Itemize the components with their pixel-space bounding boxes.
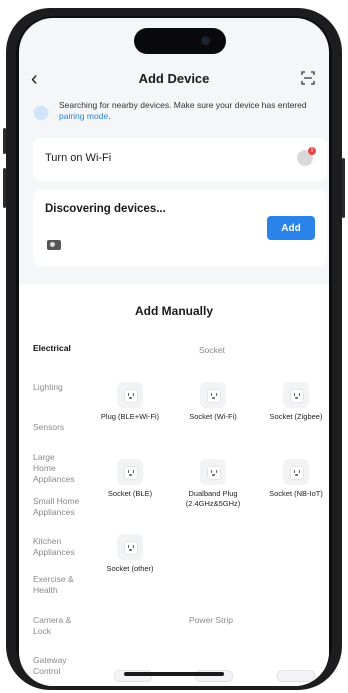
wifi-card[interactable]: Turn on Wi-Fi !	[33, 138, 327, 181]
dynamic-island	[134, 28, 226, 54]
socket-icon	[200, 459, 226, 485]
section-power-strip-title: Power Strip	[189, 615, 233, 625]
nav-bar: ‹ Add Device	[19, 68, 329, 92]
socket-icon	[283, 382, 309, 408]
device-item[interactable]: Dualband Plug (2.4GHz&5GHz)	[173, 459, 253, 509]
page-title: Add Device	[138, 71, 210, 86]
device-item[interactable]: Plug (BLE+Wi-Fi)	[90, 382, 170, 422]
volume-down-button	[3, 168, 6, 208]
pairing-mode-link[interactable]: pairing mode	[59, 111, 108, 121]
section-socket-title: Socket	[199, 345, 225, 355]
socket-icon	[117, 534, 143, 560]
add-manually-panel: Add Manually Electrical Lighting Sensors…	[19, 284, 329, 686]
home-indicator[interactable]	[124, 672, 224, 676]
category-electrical[interactable]: Electrical	[33, 343, 99, 354]
device-item[interactable]: Socket (Wi-Fi)	[173, 382, 253, 422]
hint-end: .	[108, 111, 111, 121]
category-gateway-control[interactable]: Gateway Control	[33, 655, 75, 677]
socket-icon	[283, 459, 309, 485]
searching-spinner-icon	[33, 105, 49, 121]
category-large-home-appliances[interactable]: Large Home Appliances	[33, 452, 75, 485]
screen: ‹ Add Device Searching for nearby device…	[19, 18, 329, 686]
scan-icon[interactable]	[301, 71, 315, 85]
power-button	[342, 158, 345, 218]
category-camera-lock[interactable]: Camera & Lock	[33, 615, 73, 637]
category-kitchen-appliances[interactable]: Kitchen Appliances	[33, 536, 83, 558]
device-name: Socket (Wi-Fi)	[189, 412, 237, 421]
device-name: Dualband Plug (2.4GHz&5GHz)	[185, 489, 241, 508]
discovering-label: Discovering devices...	[45, 203, 166, 215]
device-name: Socket (other)	[106, 564, 154, 573]
device-name: Socket (NB-IoT)	[269, 489, 323, 498]
volume-up-button	[3, 128, 6, 154]
device-item[interactable]: Socket (NB-IoT)	[256, 459, 329, 499]
device-name: Socket (Zigbee)	[269, 412, 323, 421]
device-item[interactable]: Socket (Zigbee)	[256, 382, 329, 422]
alert-badge: !	[308, 147, 316, 155]
discovering-card: Discovering devices... Add	[33, 190, 327, 266]
device-item[interactable]: Socket (other)	[90, 534, 170, 574]
device-item[interactable]: Socket (BLE)	[90, 459, 170, 499]
wifi-icon: !	[297, 147, 316, 166]
hint-message: Searching for nearby devices. Make sure …	[59, 100, 307, 110]
power-strip-icon[interactable]	[277, 670, 315, 682]
category-exercise-health[interactable]: Exercise & Health	[33, 574, 75, 596]
discovered-device-icon	[47, 240, 61, 250]
device-name: Plug (BLE+Wi-Fi)	[100, 412, 160, 421]
category-sensors[interactable]: Sensors	[33, 422, 99, 433]
add-button[interactable]: Add	[267, 216, 315, 240]
camera-lens	[201, 36, 210, 45]
hint-text: Searching for nearby devices. Make sure …	[59, 100, 319, 122]
socket-icon	[117, 459, 143, 485]
category-small-home-appliances[interactable]: Small Home Appliances	[33, 496, 89, 518]
add-manually-header: Add Manually	[134, 304, 213, 318]
socket-icon	[200, 382, 226, 408]
device-name: Socket (BLE)	[107, 489, 153, 498]
socket-icon	[117, 382, 143, 408]
wifi-label: Turn on Wi-Fi	[45, 152, 112, 164]
